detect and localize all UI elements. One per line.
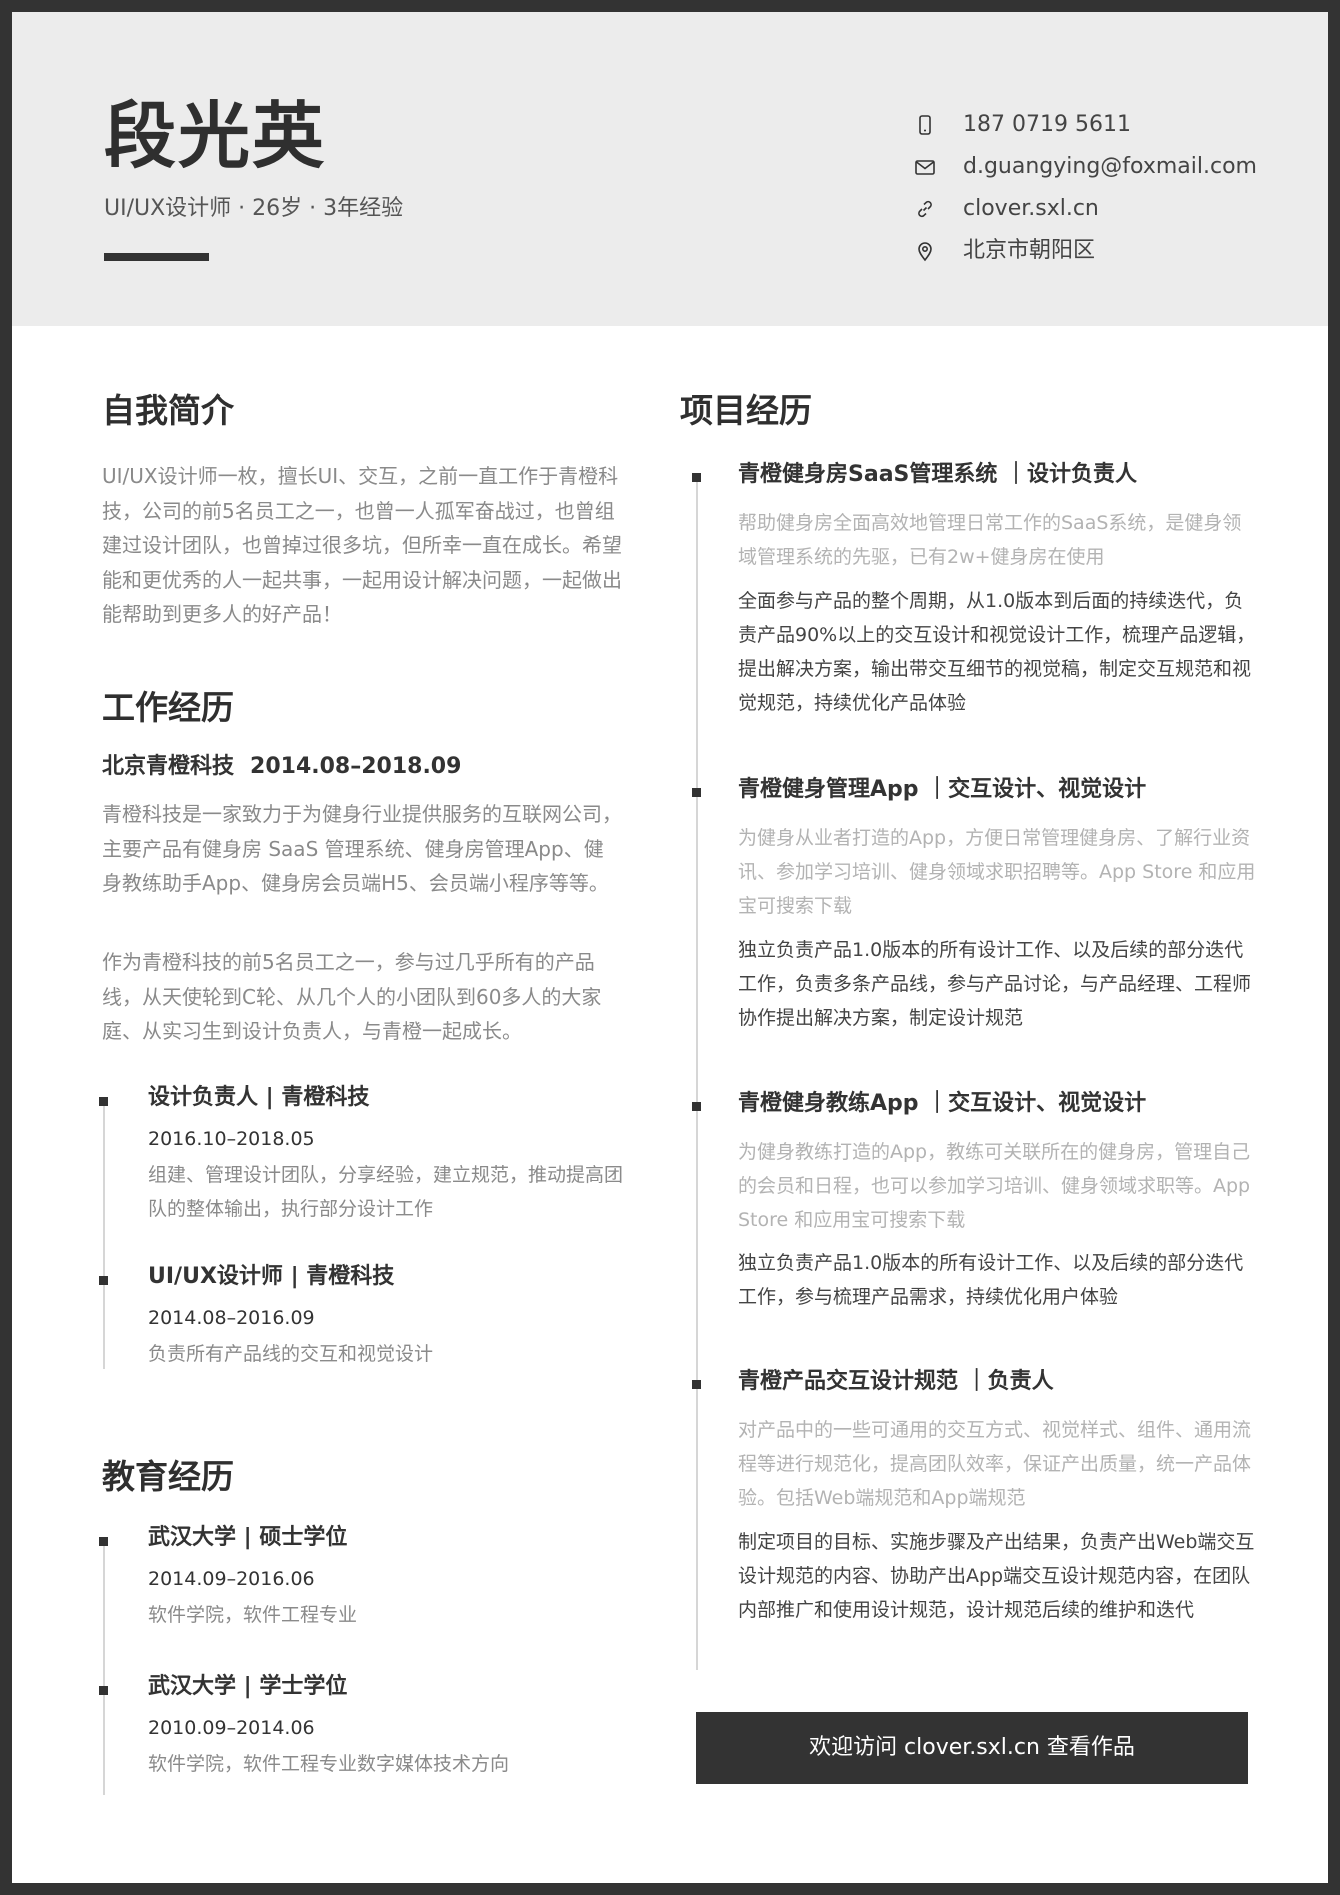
timeline-bullet [692,788,701,797]
project-responsibility: 独立负责产品1.0版本的所有设计工作、以及后续的部分迭代工作，参与梳理产品需求，… [738,1252,1244,1308]
work-timeline-line [103,1101,105,1369]
company-role-summary: 作为青橙科技的前5名员工之一，参与过几乎所有的产品线，从天使轮到C轮、从几个人的… [102,950,602,1043]
education-item-desc: 软件学院，软件工程专业数字媒体技术方向 [148,1753,510,1775]
education-timeline-line [103,1539,105,1795]
contact-website: clover.sxl.cn [914,196,1314,238]
resume-page: 段光英 UI/UX设计师 · 26岁 · 3年经验 187 0719 5611 … [12,12,1328,1883]
link-icon [918,200,932,218]
project-title: 青橙健身教练App ｜交互设计、视觉设计 [738,1091,1147,1116]
education-item-title: 武汉大学 | 学士学位 [148,1674,348,1699]
project-title: 青橙健身管理App ｜交互设计、视觉设计 [738,777,1147,802]
timeline-bullet [692,1102,701,1111]
timeline-bullet [99,1686,108,1695]
contact-email: d.guangying@foxmail.com [914,154,1314,196]
work-item-desc: 负责所有产品线的交互和视觉设计 [148,1343,434,1365]
contact-phone: 187 0719 5611 [914,112,1314,154]
work-item-title: UI/UX设计师 | 青橙科技 [148,1264,395,1289]
project-responsibility: 制定项目的目标、实施步骤及产出结果，负责产出Web端交互设计规范的内容、协助产出… [738,1531,1255,1621]
timeline-bullet [99,1276,108,1285]
education-item-title: 武汉大学 | 硕士学位 [148,1525,348,1550]
visit-portfolio-button[interactable]: 欢迎访问 clover.sxl.cn 查看作品 [696,1712,1248,1784]
candidate-name: 段光英 [104,94,327,178]
projects-timeline-line [696,478,698,1670]
header: 段光英 UI/UX设计师 · 26岁 · 3年经验 187 0719 5611 … [12,12,1328,326]
phone-icon [919,115,931,135]
project-description: 为健身从业者打造的App，方便日常管理健身房、了解行业资讯、参加学习培训、健身领… [738,827,1256,917]
intro-heading: 自我简介 [102,391,234,430]
education-heading: 教育经历 [102,1457,234,1496]
work-item-date: 2014.08–2016.09 [148,1307,315,1329]
work-item-date: 2016.10–2018.05 [148,1128,315,1150]
name-underline [104,253,209,261]
education-item-desc: 软件学院，软件工程专业 [148,1604,358,1626]
website-link[interactable]: clover.sxl.cn [963,196,1099,222]
work-item-desc: 组建、管理设计团队，分享经验，建立规范，推动提高团队的整体输出，执行部分设计工作 [148,1164,624,1220]
timeline-bullet [99,1097,108,1106]
work-company: 北京青橙科技 2014.08–2018.09 [102,756,461,778]
company-name: 北京青橙科技 [102,754,235,779]
work-item-title: 设计负责人 | 青橙科技 [148,1085,370,1110]
work-heading: 工作经历 [102,688,234,727]
phone-number: 187 0719 5611 [963,112,1131,137]
timeline-bullet [692,1380,701,1389]
location-text: 北京市朝阳区 [963,238,1096,263]
intro-text: UI/UX设计师一枚，擅长UI、交互，之前一直工作于青橙科技，公司的前5名员工之… [102,464,622,626]
candidate-subtitle: UI/UX设计师 · 26岁 · 3年经验 [104,196,404,221]
location-icon [918,242,932,262]
education-item-date: 2014.09–2016.06 [148,1568,315,1590]
contact-list: 187 0719 5611 d.guangying@foxmail.com cl… [914,112,1314,280]
company-description: 青橙科技是一家致力于为健身行业提供服务的互联网公司，主要产品有健身房 SaaS … [102,802,622,895]
project-description: 对产品中的一些可通用的交互方式、视觉样式、组件、通用流程等进行规范化，提高团队效… [738,1419,1252,1509]
projects-heading: 项目经历 [680,391,812,430]
project-responsibility: 全面参与产品的整个周期，从1.0版本到后面的持续迭代，负责产品90%以上的交互设… [738,590,1256,714]
timeline-bullet [99,1537,108,1546]
project-description: 为健身教练打造的App，教练可关联所在的健身房，管理自己的会员和日程，也可以参加… [738,1141,1251,1231]
project-title: 青橙健身房SaaS管理系统 ｜设计负责人 [738,462,1138,487]
project-description: 帮助健身房全面高效地管理日常工作的SaaS系统，是健身领域管理系统的先驱，已有2… [738,512,1242,568]
project-title: 青橙产品交互设计规范 ｜负责人 [738,1369,1054,1394]
email-address[interactable]: d.guangying@foxmail.com [963,154,1257,180]
timeline-bullet [692,473,701,482]
education-item-date: 2010.09–2014.06 [148,1717,315,1739]
project-responsibility: 独立负责产品1.0版本的所有设计工作、以及后续的部分迭代工作，负责多条产品线，参… [738,939,1252,1029]
contact-location: 北京市朝阳区 [914,238,1314,280]
company-period: 2014.08–2018.09 [250,754,462,779]
mail-icon [915,160,935,175]
